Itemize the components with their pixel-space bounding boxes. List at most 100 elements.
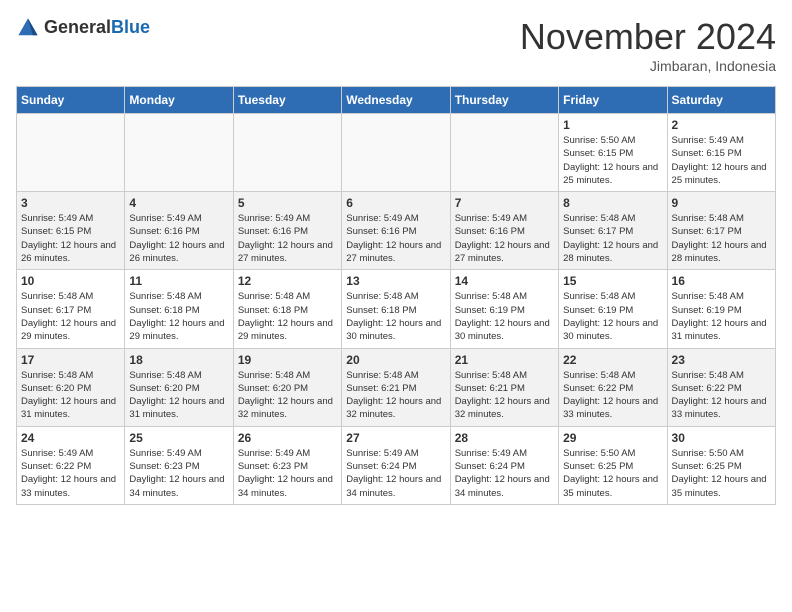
day-number: 26 — [238, 431, 337, 445]
day-info: Sunrise: 5:49 AMSunset: 6:16 PMDaylight:… — [129, 212, 228, 265]
day-number: 19 — [238, 353, 337, 367]
day-number: 30 — [672, 431, 771, 445]
calendar-day-27: 27 Sunrise: 5:49 AMSunset: 6:24 PMDayligh… — [342, 426, 450, 504]
header-thursday: Thursday — [450, 87, 558, 114]
calendar-day-9: 9Sunrise: 5:48 AMSunset: 6:17 PMDaylight… — [667, 192, 775, 270]
header-friday: Friday — [559, 87, 667, 114]
day-number: 16 — [672, 274, 771, 288]
logo: GeneralBlue — [16, 16, 150, 40]
day-info: Sunrise: 5:49 AMSunset: 6:15 PMDaylight:… — [672, 134, 771, 187]
logo-general: GeneralBlue — [44, 18, 150, 38]
day-number: 3 — [21, 196, 120, 210]
day-number: 15 — [563, 274, 662, 288]
day-info: Sunrise: 5:48 AMSunset: 6:19 PMDaylight:… — [563, 290, 662, 343]
calendar-day-30: 30 Sunrise: 5:50 AMSunset: 6:25 PMDayligh… — [667, 426, 775, 504]
day-number: 24 — [21, 431, 120, 445]
calendar-day-29: 29 Sunrise: 5:50 AMSunset: 6:25 PMDayligh… — [559, 426, 667, 504]
day-info: Sunrise: 5:48 AMSunset: 6:20 PMDaylight:… — [238, 369, 337, 422]
day-number: 28 — [455, 431, 554, 445]
header-tuesday: Tuesday — [233, 87, 341, 114]
day-info: Sunrise: 5:48 AMSunset: 6:19 PMDaylight:… — [672, 290, 771, 343]
day-info: Sunrise: 5:49 AMSunset: 6:24 PMDaylight:… — [455, 447, 554, 500]
day-number: 22 — [563, 353, 662, 367]
calendar-day-19: 19 Sunrise: 5:48 AMSunset: 6:20 PMDayligh… — [233, 348, 341, 426]
calendar-day-15: 15 Sunrise: 5:48 AMSunset: 6:19 PMDayligh… — [559, 270, 667, 348]
calendar-empty-cell — [17, 114, 125, 192]
calendar-day-21: 21Sunrise: 5:48 AMSunset: 6:21 PMDayligh… — [450, 348, 558, 426]
day-number: 17 — [21, 353, 120, 367]
location: Jimbaran, Indonesia — [520, 58, 776, 74]
calendar-day-26: 26 Sunrise: 5:49 AMSunset: 6:23 PMDayligh… — [233, 426, 341, 504]
day-info: Sunrise: 5:50 AMSunset: 6:15 PMDaylight:… — [563, 134, 662, 187]
day-number: 25 — [129, 431, 228, 445]
calendar-empty-cell — [342, 114, 450, 192]
day-info: Sunrise: 5:48 AMSunset: 6:22 PMDaylight:… — [672, 369, 771, 422]
day-info: Sunrise: 5:50 AMSunset: 6:25 PMDaylight:… — [672, 447, 771, 500]
calendar-day-13: 13Sunrise: 5:48 AMSunset: 6:18 PMDayligh… — [342, 270, 450, 348]
logo-icon — [16, 16, 40, 40]
header-wednesday: Wednesday — [342, 87, 450, 114]
day-number: 11 — [129, 274, 228, 288]
day-number: 7 — [455, 196, 554, 210]
day-number: 6 — [346, 196, 445, 210]
calendar-day-20: 20Sunrise: 5:48 AMSunset: 6:21 PMDayligh… — [342, 348, 450, 426]
day-info: Sunrise: 5:48 AMSunset: 6:18 PMDaylight:… — [129, 290, 228, 343]
calendar-day-10: 10 Sunrise: 5:48 AMSunset: 6:17 PMDayligh… — [17, 270, 125, 348]
header-sunday: Sunday — [17, 87, 125, 114]
calendar-week-1: 1 Sunrise: 5:50 AMSunset: 6:15 PMDaylight… — [17, 114, 776, 192]
day-info: Sunrise: 5:49 AMSunset: 6:15 PMDaylight:… — [21, 212, 120, 265]
day-number: 29 — [563, 431, 662, 445]
header-monday: Monday — [125, 87, 233, 114]
day-number: 9 — [672, 196, 771, 210]
calendar-day-8: 8 Sunrise: 5:48 AMSunset: 6:17 PMDaylight… — [559, 192, 667, 270]
day-number: 10 — [21, 274, 120, 288]
day-number: 8 — [563, 196, 662, 210]
calendar-day-12: 12Sunrise: 5:48 AMSunset: 6:18 PMDayligh… — [233, 270, 341, 348]
calendar-day-18: 18 Sunrise: 5:48 AMSunset: 6:20 PMDayligh… — [125, 348, 233, 426]
calendar-day-16: 16 Sunrise: 5:48 AMSunset: 6:19 PMDayligh… — [667, 270, 775, 348]
title-area: November 2024 Jimbaran, Indonesia — [520, 16, 776, 74]
day-info: Sunrise: 5:49 AMSunset: 6:23 PMDaylight:… — [238, 447, 337, 500]
day-number: 14 — [455, 274, 554, 288]
day-info: Sunrise: 5:48 AMSunset: 6:21 PMDaylight:… — [346, 369, 445, 422]
calendar-day-28: 28 Sunrise: 5:49 AMSunset: 6:24 PMDayligh… — [450, 426, 558, 504]
day-number: 21 — [455, 353, 554, 367]
day-number: 1 — [563, 118, 662, 132]
calendar-day-25: 25 Sunrise: 5:49 AMSunset: 6:23 PMDayligh… — [125, 426, 233, 504]
day-info: Sunrise: 5:50 AMSunset: 6:25 PMDaylight:… — [563, 447, 662, 500]
calendar-day-6: 6 Sunrise: 5:49 AMSunset: 6:16 PMDaylight… — [342, 192, 450, 270]
day-number: 5 — [238, 196, 337, 210]
calendar-day-1: 1 Sunrise: 5:50 AMSunset: 6:15 PMDaylight… — [559, 114, 667, 192]
day-number: 18 — [129, 353, 228, 367]
calendar-empty-cell — [450, 114, 558, 192]
calendar-day-14: 14 Sunrise: 5:48 AMSunset: 6:19 PMDayligh… — [450, 270, 558, 348]
calendar-day-7: 7 Sunrise: 5:49 AMSunset: 6:16 PMDaylight… — [450, 192, 558, 270]
day-info: Sunrise: 5:49 AMSunset: 6:22 PMDaylight:… — [21, 447, 120, 500]
day-info: Sunrise: 5:48 AMSunset: 6:19 PMDaylight:… — [455, 290, 554, 343]
calendar-empty-cell — [125, 114, 233, 192]
day-info: Sunrise: 5:48 AMSunset: 6:20 PMDaylight:… — [21, 369, 120, 422]
day-info: Sunrise: 5:49 AMSunset: 6:16 PMDaylight:… — [455, 212, 554, 265]
day-number: 2 — [672, 118, 771, 132]
calendar-header-row: SundayMondayTuesdayWednesdayThursdayFrid… — [17, 87, 776, 114]
calendar-day-24: 24 Sunrise: 5:49 AMSunset: 6:22 PMDayligh… — [17, 426, 125, 504]
day-info: Sunrise: 5:49 AMSunset: 6:23 PMDaylight:… — [129, 447, 228, 500]
day-info: Sunrise: 5:48 AMSunset: 6:20 PMDaylight:… — [129, 369, 228, 422]
calendar-day-17: 17 Sunrise: 5:48 AMSunset: 6:20 PMDayligh… — [17, 348, 125, 426]
header-saturday: Saturday — [667, 87, 775, 114]
page-header: GeneralBlue November 2024 Jimbaran, Indo… — [16, 16, 776, 74]
day-info: Sunrise: 5:48 AMSunset: 6:17 PMDaylight:… — [21, 290, 120, 343]
day-info: Sunrise: 5:48 AMSunset: 6:18 PMDaylight:… — [346, 290, 445, 343]
calendar-day-2: 2 Sunrise: 5:49 AMSunset: 6:15 PMDaylight… — [667, 114, 775, 192]
calendar-day-22: 22Sunrise: 5:48 AMSunset: 6:22 PMDayligh… — [559, 348, 667, 426]
day-info: Sunrise: 5:48 AMSunset: 6:17 PMDaylight:… — [563, 212, 662, 265]
day-number: 27 — [346, 431, 445, 445]
calendar-empty-cell — [233, 114, 341, 192]
calendar-day-5: 5Sunrise: 5:49 AMSunset: 6:16 PMDaylight… — [233, 192, 341, 270]
calendar-week-3: 10 Sunrise: 5:48 AMSunset: 6:17 PMDayligh… — [17, 270, 776, 348]
day-info: Sunrise: 5:49 AMSunset: 6:16 PMDaylight:… — [346, 212, 445, 265]
month-title: November 2024 — [520, 16, 776, 58]
day-info: Sunrise: 5:49 AMSunset: 6:24 PMDaylight:… — [346, 447, 445, 500]
calendar-week-2: 3 Sunrise: 5:49 AMSunset: 6:15 PMDaylight… — [17, 192, 776, 270]
calendar: SundayMondayTuesdayWednesdayThursdayFrid… — [16, 86, 776, 505]
